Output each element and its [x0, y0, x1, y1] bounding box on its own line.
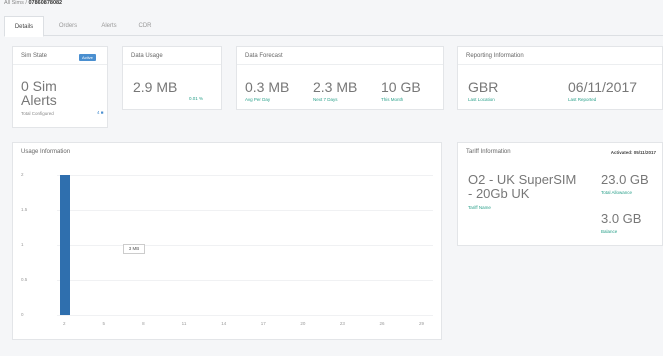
- x-tick-label: 5: [102, 321, 106, 326]
- total-allowance-label: Total Allowance: [601, 190, 633, 195]
- tab-bar: Details Orders Alerts CDR: [4, 16, 663, 37]
- balance-label: Balance: [601, 229, 618, 234]
- sim-alerts-value-2: Alerts: [21, 92, 57, 108]
- alerts-configured-label: Total Configured: [21, 111, 54, 116]
- tariff-name-line-2: - 20Gb UK: [468, 186, 530, 201]
- y-tick-label: 2: [21, 172, 24, 177]
- last-location-value: GBR: [468, 79, 499, 95]
- balance-value: 3.0 GB: [601, 211, 642, 226]
- tab-orders[interactable]: Orders: [50, 16, 86, 36]
- forecast-7days-label: Next 7 Days: [313, 97, 338, 102]
- total-allowance-value: 23.0 GB: [601, 172, 649, 187]
- data-forecast-card: Data Forecast 0.3 MB Avg Per Day 2.3 MB …: [236, 46, 444, 110]
- sim-state-card: Sim State Active 0 Sim Alerts Total Conf…: [12, 46, 108, 128]
- y-gridline: [57, 210, 433, 211]
- x-tick-label: 26: [379, 321, 385, 326]
- breadcrumb-current: 07860878082: [28, 0, 63, 6]
- y-tick-label: 1.5: [21, 207, 28, 212]
- y-gridline: [57, 245, 433, 246]
- usage-chart: 2 1.5 1 0.5 0 2 5 8 11 14 17 20 23 26 29: [13, 143, 443, 341]
- sim-alerts-value: 0 Sim: [21, 78, 57, 94]
- tariff-activated-date: Activated: 05/11/2017: [610, 150, 656, 155]
- y-gridline: [57, 175, 433, 176]
- usage-info-card: Usage Information 2 1.5 1 0.5 0 2 5 8 11 14 17 20 23…: [12, 142, 442, 340]
- last-reported-value: 06/11/2017: [568, 79, 638, 95]
- forecast-avg-value: 0.3 MB: [245, 79, 290, 95]
- usage-bar[interactable]: [60, 175, 70, 315]
- x-tick-label: 23: [339, 321, 345, 326]
- data-forecast-title: Data Forecast: [237, 47, 443, 65]
- tab-alerts[interactable]: Alerts: [94, 16, 124, 36]
- alerts-count-value: 4: [97, 110, 100, 115]
- tariff-name-label: Tariff Name: [468, 205, 491, 210]
- y-tick-label: 1: [21, 242, 24, 247]
- last-location-label: Last Location: [468, 97, 495, 102]
- data-usage-card: Data Usage 2.9 MB 0.01 %: [122, 46, 222, 110]
- data-usage-value: 2.9 MB: [133, 79, 178, 95]
- last-reported-label: Last Reported: [568, 97, 597, 102]
- chart-tooltip: 3 MB: [123, 244, 145, 254]
- breadcrumb-separator: /: [25, 0, 27, 6]
- x-tick-label: 17: [260, 321, 266, 326]
- reporting-info-title: Reporting Information: [458, 47, 662, 65]
- tab-details[interactable]: Details: [4, 16, 44, 37]
- alerts-count[interactable]: 4 ■: [97, 110, 104, 115]
- forecast-7days-value: 2.3 MB: [313, 79, 358, 95]
- data-usage-title: Data Usage: [123, 47, 221, 65]
- y-tick-label: 0.5: [21, 277, 28, 282]
- tariff-info-card: Tariff Information Activated: 05/11/2017…: [457, 142, 663, 246]
- forecast-month-label: This Month: [381, 97, 404, 102]
- forecast-avg-label: Avg Per Day: [245, 97, 271, 102]
- y-gridline: [57, 280, 433, 281]
- x-tick-label: 29: [419, 321, 425, 326]
- forecast-month-value: 10 GB: [381, 79, 421, 95]
- sim-status-badge: Active: [79, 54, 96, 61]
- user-icon: ■: [100, 110, 104, 115]
- breadcrumb-root[interactable]: All Sims: [4, 0, 24, 6]
- tariff-name-line-1: O2 - UK SuperSIM: [468, 172, 577, 187]
- y-tick-label: 0: [21, 312, 24, 317]
- x-tick-label: 2: [63, 321, 66, 326]
- x-tick-label: 20: [300, 321, 306, 326]
- reporting-info-card: Reporting Information GBR Last Location …: [457, 46, 663, 110]
- tab-cdr[interactable]: CDR: [132, 16, 158, 36]
- data-usage-percent: 0.01 %: [189, 96, 204, 101]
- x-tick-label: 14: [221, 321, 227, 326]
- x-tick-label: 11: [181, 321, 187, 326]
- y-gridline: [57, 315, 433, 316]
- breadcrumb: All Sims / 07860878082: [4, 0, 62, 6]
- x-tick-label: 8: [142, 321, 145, 326]
